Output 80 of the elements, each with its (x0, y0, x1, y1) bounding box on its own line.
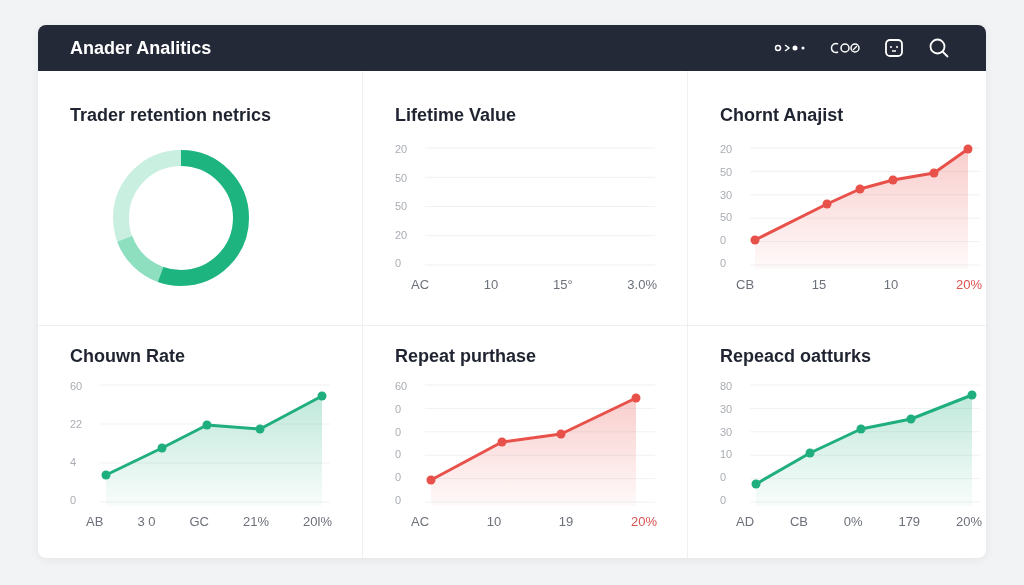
data-point (497, 437, 507, 447)
axis-label: 19 (558, 514, 574, 529)
axis-label: AC (411, 277, 430, 292)
axis-label: 0 (395, 472, 403, 484)
axis-label: 10 (720, 449, 734, 461)
panel-title: Repeacd oatturks (720, 346, 873, 367)
axis-label: AB (86, 514, 104, 529)
axis-label: 3.0% (627, 277, 657, 292)
axis-label: 10 (483, 277, 499, 292)
axis-label: CB (736, 277, 755, 292)
axis-label: 60 (70, 381, 84, 392)
data-point (751, 479, 761, 489)
axis-label: 20% (955, 277, 982, 292)
data-point (929, 168, 939, 178)
axis-label: 20 (395, 229, 409, 241)
axis-label: 0 (395, 403, 403, 415)
data-point (202, 420, 212, 430)
axis-label: 0 (70, 495, 78, 506)
axis-label: 15° (552, 277, 573, 292)
axis-label: 10 (883, 277, 899, 292)
data-point (157, 443, 167, 453)
axis-label: 0 (395, 426, 403, 438)
panel-title: Chouwn Rate (70, 346, 186, 367)
data-point (426, 475, 436, 485)
axis-label: 20% (955, 514, 982, 529)
axis-label: 0 (720, 258, 728, 269)
axis-label: 20% (630, 514, 657, 529)
data-point (255, 424, 265, 434)
axis-label: 0% (843, 514, 863, 529)
axis-label: 0 (395, 449, 403, 461)
panel-title: Trader retention netrics (70, 105, 273, 126)
data-point (101, 470, 111, 480)
axis-label: 0 (720, 495, 728, 506)
axis-label: 179 (898, 514, 921, 529)
data-point (967, 390, 977, 400)
axis-label: 0 (395, 495, 403, 506)
data-point (805, 448, 815, 458)
axis-label: 0 (720, 472, 728, 484)
axis-label: 3 0 (137, 514, 156, 529)
data-point (631, 393, 641, 403)
data-point (856, 424, 866, 434)
data-point (750, 235, 760, 245)
axis-label: 30 (720, 426, 734, 438)
axis-label: 80 (720, 381, 734, 392)
axis-label: 22 (70, 419, 84, 430)
data-point (888, 175, 898, 185)
dots-icon[interactable] (774, 43, 806, 53)
panel-title: Repeat purthase (395, 346, 538, 367)
axis-label: 30 (720, 189, 734, 201)
window-icon[interactable] (884, 38, 904, 58)
axis-label: 50 (720, 166, 734, 178)
axis-label: 0 (395, 258, 403, 269)
axis-label: AD (736, 514, 755, 529)
axis-label: AC (411, 514, 430, 529)
axis-label: 50 (720, 212, 734, 224)
data-point (822, 199, 832, 209)
panel-title: Chornt Anajist (720, 105, 845, 126)
axis-label: 10 (486, 514, 502, 529)
circles-icon[interactable] (830, 42, 860, 54)
axis-label: GC (189, 514, 209, 529)
axis-label: 21% (243, 514, 270, 529)
axis-label: 15 (811, 277, 827, 292)
panel-title: Lifetime Value (395, 105, 518, 126)
axis-label: 60 (395, 381, 409, 392)
data-point (317, 391, 327, 401)
data-point (963, 144, 973, 154)
axis-label: 20 (720, 144, 734, 155)
axis-label: 50 (395, 201, 409, 212)
axis-label: 4 (70, 457, 78, 468)
app-title: Anader Analitics (70, 37, 212, 59)
axis-label: 20l% (303, 514, 332, 529)
axis-label: 20 (395, 144, 409, 155)
search-icon[interactable] (928, 37, 950, 59)
axis-label: 50 (395, 172, 409, 184)
axis-label: 0 (720, 235, 728, 247)
axis-label: 30 (720, 403, 734, 415)
data-point (855, 184, 865, 194)
data-point (906, 414, 916, 424)
data-point (556, 429, 566, 439)
axis-label: CB (789, 514, 808, 529)
